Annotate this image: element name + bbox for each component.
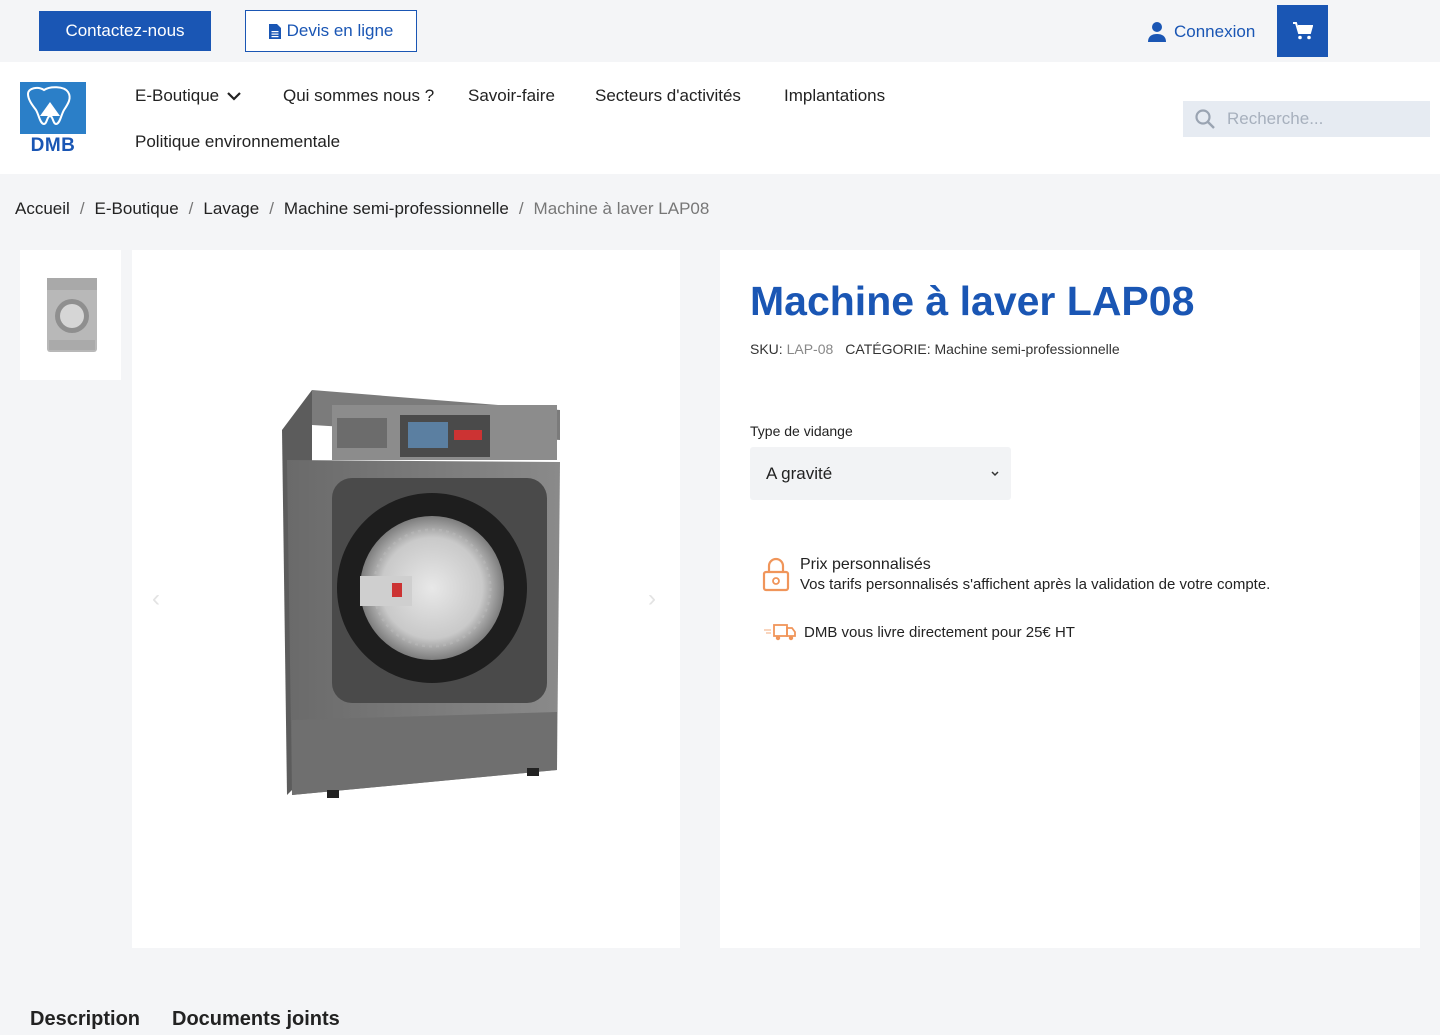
breadcrumb-separator: / [79, 199, 85, 218]
breadcrumb: Accueil / E-Boutique / Lavage / Machine … [15, 199, 709, 219]
delivery-notice: DMB vous livre directement pour 25€ HT [762, 622, 1075, 642]
nav-item-implantations[interactable]: Implantations [784, 86, 885, 106]
sku-label: SKU: [750, 341, 783, 357]
nav-item-label: E-Boutique [135, 86, 220, 105]
logo-text: DMB [30, 135, 76, 156]
option-label: Type de vidange [750, 423, 853, 439]
login-label: Connexion [1174, 22, 1256, 41]
breadcrumb-separator: / [188, 199, 194, 218]
document-icon [268, 23, 281, 39]
delivery-truck-icon [764, 624, 796, 641]
category-label: CATÉGORIE: [845, 341, 931, 357]
user-icon [1148, 22, 1166, 42]
select-value: A gravité [766, 463, 833, 483]
product-meta: SKU: LAP-08 CATÉGORIE: Machine semi-prof… [750, 341, 1120, 357]
breadcrumb-machine-semi-pro[interactable]: Machine semi-professionnelle [284, 199, 509, 219]
lock-icon [762, 557, 790, 592]
contact-button[interactable]: Contactez-nous [39, 11, 211, 51]
top-bar: Contactez-nous Devis en ligne Connexion [0, 0, 1440, 62]
chevron-down-icon [227, 91, 241, 101]
price-notice-text: Vos tarifs personnalisés s'affichent apr… [800, 576, 1271, 593]
custom-price-notice: Prix personnalisés Vos tarifs personnali… [762, 556, 1270, 593]
product-title: Machine à laver LAP08 [750, 278, 1195, 324]
next-image-arrow-icon[interactable]: › [648, 585, 656, 613]
breadcrumb-separator: / [518, 199, 524, 218]
sku-value: LAP-08 [786, 341, 834, 357]
dmb-logo[interactable]: DMB [20, 82, 86, 156]
tab-documents-joints[interactable]: Documents joints [172, 1008, 340, 1031]
breadcrumb-accueil[interactable]: Accueil [15, 199, 70, 219]
cart-icon [1292, 22, 1313, 40]
tab-description[interactable]: Description [30, 1008, 140, 1031]
product-thumbnail[interactable] [20, 250, 121, 380]
devis-button-label: Devis en ligne [286, 21, 394, 40]
nav-item-qui-sommes-nous[interactable]: Qui sommes nous ? [283, 86, 434, 106]
main-header: DMB E-Boutique Qui sommes nous ? Savoir-… [0, 62, 1440, 174]
drain-type-select[interactable]: A gravité [750, 447, 1011, 500]
login-link[interactable]: Connexion [1148, 18, 1255, 46]
washing-machine-thumbnail-image [46, 278, 97, 352]
search-icon[interactable] [1195, 109, 1215, 129]
breadcrumb-separator: / [269, 199, 274, 218]
product-main-image[interactable] [132, 250, 680, 948]
category-value[interactable]: Machine semi-professionnelle [934, 341, 1119, 357]
breadcrumb-current: Machine à laver LAP08 [533, 199, 710, 218]
nav-item-secteurs[interactable]: Secteurs d'activités [595, 86, 741, 106]
delivery-text: DMB vous livre directement pour 25€ HT [804, 623, 1075, 641]
category: CATÉGORIE: Machine semi-professionnelle [845, 341, 1119, 357]
sku: SKU: LAP-08 [750, 341, 833, 357]
cart-button[interactable] [1277, 5, 1328, 57]
chevron-down-icon [991, 470, 999, 476]
search-box [1183, 101, 1430, 137]
washing-machine-image [282, 390, 560, 798]
nav-item-politique[interactable]: Politique environnementale [135, 132, 340, 152]
nav-item-savoir-faire[interactable]: Savoir-faire [468, 86, 555, 106]
breadcrumb-e-boutique[interactable]: E-Boutique [95, 199, 179, 219]
devis-button[interactable]: Devis en ligne [245, 10, 417, 52]
breadcrumb-lavage[interactable]: Lavage [203, 199, 259, 219]
search-input[interactable] [1227, 109, 1417, 129]
nav-item-e-boutique[interactable]: E-Boutique [135, 86, 241, 106]
product-info-panel: Machine à laver LAP08 SKU: LAP-08 CATÉGO… [720, 250, 1420, 948]
price-notice-title: Prix personnalisés [800, 556, 931, 573]
logo-emblem [20, 82, 86, 134]
prev-image-arrow-icon[interactable]: ‹ [152, 585, 160, 613]
